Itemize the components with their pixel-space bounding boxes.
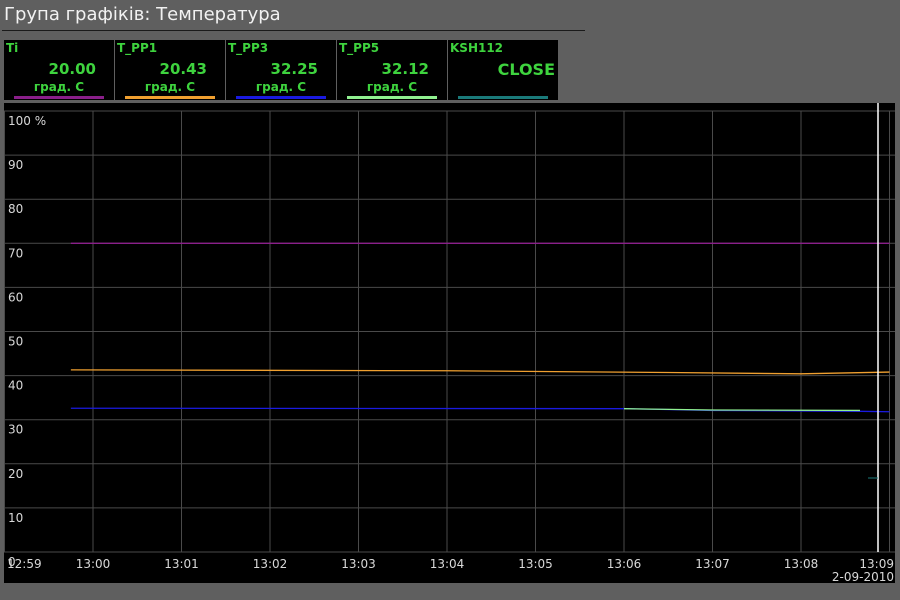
sensor-value: 32.25 bbox=[270, 60, 318, 78]
x-tick-label: 13:05 bbox=[518, 557, 553, 571]
y-tick-label: 30 bbox=[8, 423, 23, 437]
x-tick-label: 13:01 bbox=[164, 557, 199, 571]
series-line-t-pp1 bbox=[70, 369, 890, 375]
sensor-unit: град. C bbox=[255, 80, 307, 94]
y-tick-label: 70 bbox=[8, 246, 23, 260]
chart-date-label: 2-09-2010 bbox=[832, 570, 894, 583]
sensor-name: T_PP3 bbox=[228, 41, 269, 55]
title-divider bbox=[2, 30, 585, 31]
x-tick-label: 13:07 bbox=[695, 557, 730, 571]
trend-chart[interactable]: 100 % 90 80 70 60 50 40 30 20 10 0 12:59 13:00 13:01 1… bbox=[4, 103, 895, 583]
y-tick-label: 60 bbox=[8, 290, 23, 304]
series-color-bar bbox=[458, 96, 548, 99]
y-tick-label: 90 bbox=[8, 158, 23, 172]
trend-chart-svg: 100 %908070605040302010012:59 13:00 13:01 1… bbox=[4, 103, 895, 583]
x-tick-label: 13:08 bbox=[784, 557, 819, 571]
sensor-panels: Ti 20.00 град. C T_PP1 20.43 град. C T_P… bbox=[4, 40, 559, 100]
x-tick-label: 13:09 bbox=[859, 557, 894, 571]
sensor-name: KSH112 bbox=[450, 41, 504, 55]
sensor-unit: град. C bbox=[33, 80, 85, 94]
series-line-t-pp5 bbox=[623, 408, 861, 412]
sensor-name: T_PP5 bbox=[339, 41, 380, 55]
sensor-value: 20.00 bbox=[48, 60, 96, 78]
sensor-name: Ti bbox=[6, 41, 19, 55]
sensor-panel-t-pp5[interactable]: T_PP5 32.12 град. C bbox=[337, 40, 447, 100]
x-tick-label: 13:03 bbox=[341, 557, 376, 571]
sensor-value: 32.12 bbox=[381, 60, 429, 78]
window-title: Група графіків: Температура bbox=[4, 4, 281, 25]
sensor-unit: град. C bbox=[366, 80, 418, 94]
series-color-bar bbox=[14, 96, 104, 99]
sensor-value: CLOSE bbox=[497, 60, 555, 79]
sensor-name: T_PP1 bbox=[117, 41, 158, 55]
sensor-panel-t-pp1[interactable]: T_PP1 20.43 град. C bbox=[115, 40, 225, 100]
sensor-unit: град. C bbox=[144, 80, 196, 94]
series-color-bar bbox=[347, 96, 437, 99]
sensor-panel-ksh112[interactable]: KSH112 CLOSE bbox=[448, 40, 558, 100]
x-tick-label: 13:00 bbox=[76, 557, 111, 571]
y-tick-label: 80 bbox=[8, 202, 23, 216]
x-tick-label: 12:59 bbox=[7, 557, 42, 571]
x-tick-label: 13:06 bbox=[607, 557, 642, 571]
sensor-panel-t-pp3[interactable]: T_PP3 32.25 град. C bbox=[226, 40, 336, 100]
y-tick-label: 50 bbox=[8, 335, 23, 349]
y-tick-label: 100 % bbox=[8, 114, 46, 128]
x-tick-label: 13:02 bbox=[253, 557, 288, 571]
y-tick-label: 40 bbox=[8, 379, 23, 393]
sensor-panel-ti[interactable]: Ti 20.00 град. C bbox=[4, 40, 114, 100]
x-tick-label: 13:04 bbox=[430, 557, 465, 571]
y-tick-label: 20 bbox=[8, 467, 23, 481]
series-color-bar bbox=[125, 96, 215, 99]
series-color-bar bbox=[236, 96, 326, 99]
y-tick-label: 10 bbox=[8, 511, 23, 525]
sensor-value: 20.43 bbox=[159, 60, 207, 78]
